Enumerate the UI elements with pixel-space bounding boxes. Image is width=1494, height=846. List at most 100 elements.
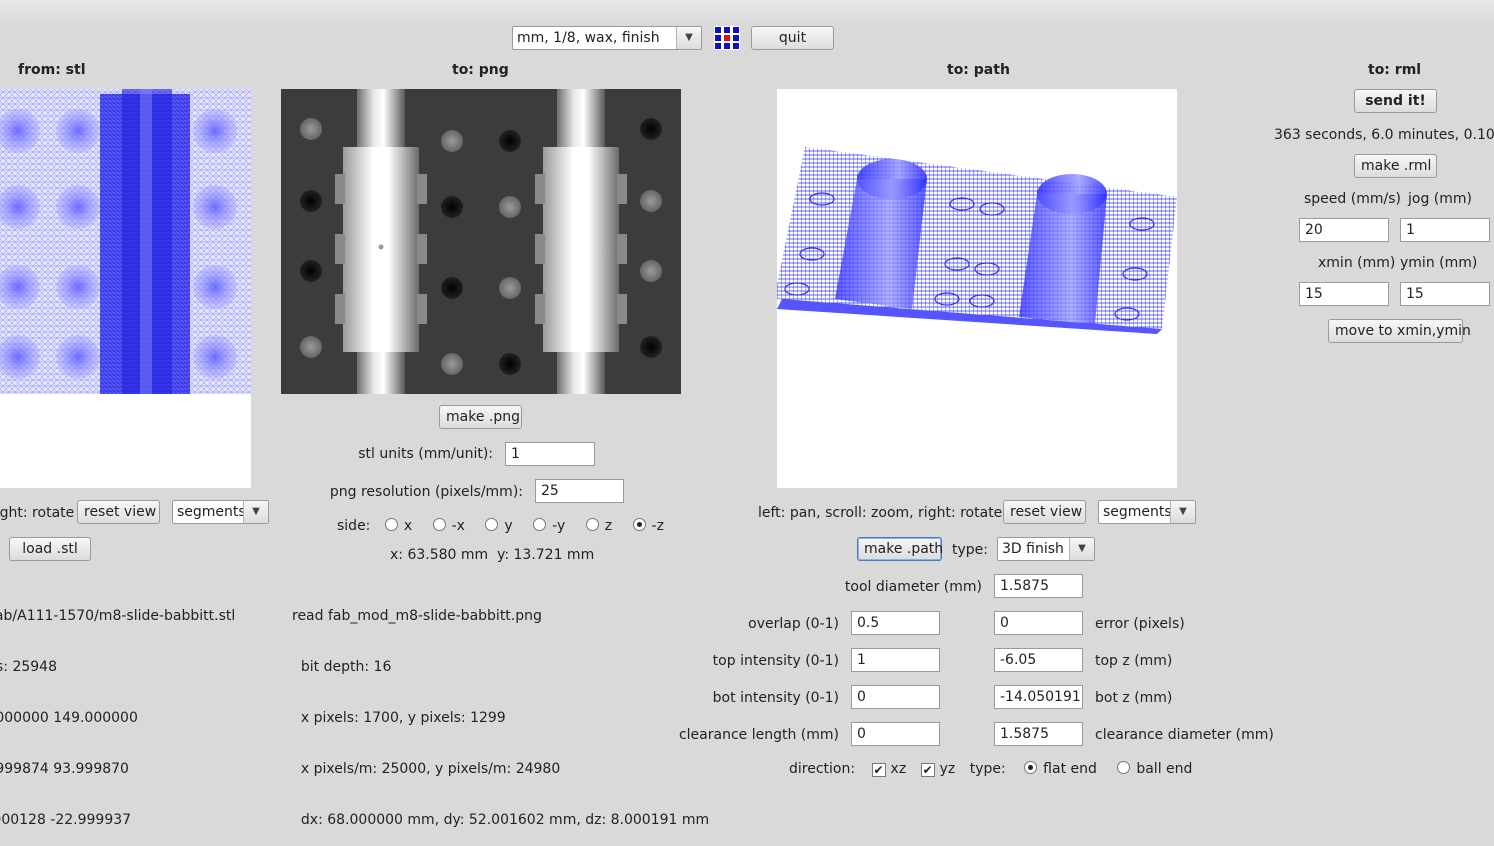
side-option-neg-x[interactable]: -x bbox=[432, 518, 465, 534]
error-label: error (pixels) bbox=[1095, 616, 1185, 632]
radio-icon bbox=[533, 518, 547, 531]
xmin-input[interactable]: 15 bbox=[1299, 282, 1389, 306]
clearance-length-input[interactable]: 0 bbox=[851, 722, 940, 746]
header-to-path: to: path bbox=[947, 62, 1010, 78]
xmin-label: xmin (mm) bbox=[1318, 255, 1396, 271]
path-reset-view-button[interactable]: reset view bbox=[1003, 500, 1086, 524]
path-type-value: 3D finish bbox=[1002, 541, 1064, 557]
side-option-neg-z[interactable]: -z bbox=[632, 518, 664, 534]
bot-z-input[interactable]: -14.050191 bbox=[994, 685, 1083, 709]
preset-select-value: mm, 1/8, wax, finish bbox=[517, 30, 660, 46]
stl-info-line: fab/A111-1570/m8-slide-babbitt.stl bbox=[0, 608, 236, 624]
side-option-label: y bbox=[504, 518, 513, 534]
path-hint: left: pan, scroll: zoom, right: rotate bbox=[758, 505, 1003, 521]
direction-yz-checkbox[interactable]: ✔ yz bbox=[920, 761, 956, 777]
chevron-down-icon: ▼ bbox=[243, 501, 268, 523]
side-option-label: x bbox=[403, 518, 413, 534]
stl-display-value: segments bbox=[177, 504, 246, 520]
stl-viewport[interactable] bbox=[0, 89, 251, 488]
top-z-input[interactable]: -6.05 bbox=[994, 648, 1083, 672]
side-option-label: -y bbox=[552, 518, 566, 534]
side-option-label: -z bbox=[651, 518, 664, 534]
png-info-line: bit depth: 16 bbox=[292, 659, 392, 675]
quit-button[interactable]: quit bbox=[751, 26, 834, 50]
png-coordinates: x: 63.580 mm y: 13.721 mm bbox=[390, 547, 595, 563]
png-resolution-label: png resolution (pixels/mm): bbox=[329, 484, 523, 500]
side-option-y[interactable]: y bbox=[485, 518, 513, 534]
top-intensity-input[interactable]: 1 bbox=[851, 648, 940, 672]
clearance-length-label: clearance length (mm) bbox=[678, 727, 839, 743]
stl-display-select[interactable]: segments ▼ bbox=[172, 500, 269, 524]
side-label: side: bbox=[337, 518, 371, 534]
stl-units-input[interactable]: 1 bbox=[505, 442, 595, 466]
header-to-rml: to: rml bbox=[1368, 62, 1422, 78]
send-it-button[interactable]: send it! bbox=[1354, 89, 1437, 113]
path-display-value: segments bbox=[1103, 504, 1172, 520]
path-display-select[interactable]: segments ▼ bbox=[1098, 500, 1196, 524]
stl-hint: right: rotate bbox=[0, 505, 75, 521]
error-input[interactable]: 0 bbox=[994, 611, 1083, 635]
radio-icon bbox=[432, 518, 446, 531]
top-intensity-label: top intensity (0-1) bbox=[712, 653, 839, 669]
preset-select[interactable]: mm, 1/8, wax, finish ▼ bbox=[512, 26, 702, 50]
ball-end-label: ball end bbox=[1136, 761, 1193, 777]
stl-info: fab/A111-1570/m8-slide-babbitt.stl trian… bbox=[0, 574, 250, 846]
png-info-line: x pixels: 1700, y pixels: 1299 bbox=[292, 710, 506, 726]
radio-icon bbox=[384, 518, 398, 531]
tool-diameter-input[interactable]: 1.5875 bbox=[994, 574, 1083, 598]
make-rml-button[interactable]: make .rml bbox=[1354, 154, 1437, 178]
move-to-xmin-ymin-button[interactable]: move to xmin,ymin bbox=[1328, 319, 1471, 343]
stl-reset-view-button[interactable]: reset view bbox=[77, 500, 160, 524]
jog-input[interactable]: 1 bbox=[1400, 218, 1490, 242]
side-option-neg-y[interactable]: -y bbox=[533, 518, 565, 534]
end-type-label: type: bbox=[969, 761, 1006, 777]
header-from-stl: from: stl bbox=[18, 62, 86, 78]
bot-intensity-label: bot intensity (0-1) bbox=[712, 690, 839, 706]
speed-input[interactable]: 20 bbox=[1299, 218, 1389, 242]
chevron-down-icon: ▼ bbox=[1170, 501, 1195, 523]
stl-units-label: stl units (mm/unit): bbox=[358, 446, 493, 462]
direction-label: direction: bbox=[789, 761, 856, 777]
header-to-png: to: png bbox=[452, 62, 509, 78]
png-info-line: dx: 68.000000 mm, dy: 52.001602 mm, dz: … bbox=[292, 812, 710, 828]
window-top-bar bbox=[0, 0, 1494, 22]
png-preview bbox=[281, 89, 681, 394]
path-type-label: type: bbox=[952, 542, 988, 558]
direction-row: direction: ✔ xz ✔ yz type: flat end ball e… bbox=[789, 761, 1208, 777]
time-estimate: 363 seconds, 6.0 minutes, 0.10 hours bbox=[1274, 127, 1494, 143]
overlap-input[interactable]: 0.5 bbox=[851, 611, 940, 635]
path-type-select[interactable]: 3D finish ▼ bbox=[997, 537, 1095, 561]
side-option-label: z bbox=[604, 518, 613, 534]
tool-diameter-label: tool diameter (mm) bbox=[844, 579, 982, 595]
side-option-x[interactable]: x bbox=[384, 518, 413, 534]
stl-info-line: 0.000000 149.000000 bbox=[0, 710, 138, 726]
ball-end-radio[interactable]: ball end bbox=[1117, 761, 1192, 777]
png-resolution-input[interactable]: 25 bbox=[535, 479, 624, 503]
radio-icon bbox=[1117, 761, 1131, 774]
png-info-line: x pixels/m: 25000, y pixels/m: 24980 bbox=[292, 761, 561, 777]
make-path-button[interactable]: make .path bbox=[857, 537, 943, 561]
clearance-diameter-label: clearance diameter (mm) bbox=[1095, 727, 1274, 743]
side-option-z[interactable]: z bbox=[585, 518, 613, 534]
stl-info-line: 0.999874 93.999870 bbox=[0, 761, 129, 777]
clearance-diameter-input[interactable]: 1.5875 bbox=[994, 722, 1083, 746]
side-option-label: -x bbox=[451, 518, 465, 534]
ymin-input[interactable]: 15 bbox=[1400, 282, 1490, 306]
png-info: read fab_mod_m8-slide-babbitt.png bit de… bbox=[292, 574, 709, 846]
direction-yz-label: yz bbox=[939, 761, 956, 777]
make-png-button[interactable]: make .png bbox=[439, 405, 522, 429]
load-stl-button[interactable]: load .stl bbox=[9, 537, 91, 561]
flat-end-radio[interactable]: flat end bbox=[1024, 761, 1097, 777]
bot-z-label: bot z (mm) bbox=[1095, 690, 1173, 706]
checkmark-icon: ✔ bbox=[871, 763, 886, 777]
chevron-down-icon: ▼ bbox=[1069, 538, 1094, 560]
direction-xz-label: xz bbox=[890, 761, 907, 777]
top-z-label: top z (mm) bbox=[1095, 653, 1173, 669]
path-viewport[interactable] bbox=[777, 89, 1177, 488]
fab-grid-icon[interactable] bbox=[714, 26, 740, 50]
bot-intensity-input[interactable]: 0 bbox=[851, 685, 940, 709]
radio-icon bbox=[585, 518, 599, 531]
direction-xz-checkbox[interactable]: ✔ xz bbox=[871, 761, 907, 777]
ymin-label: ymin (mm) bbox=[1400, 255, 1478, 271]
stl-info-line: -0.000128 -22.999937 bbox=[0, 812, 132, 828]
